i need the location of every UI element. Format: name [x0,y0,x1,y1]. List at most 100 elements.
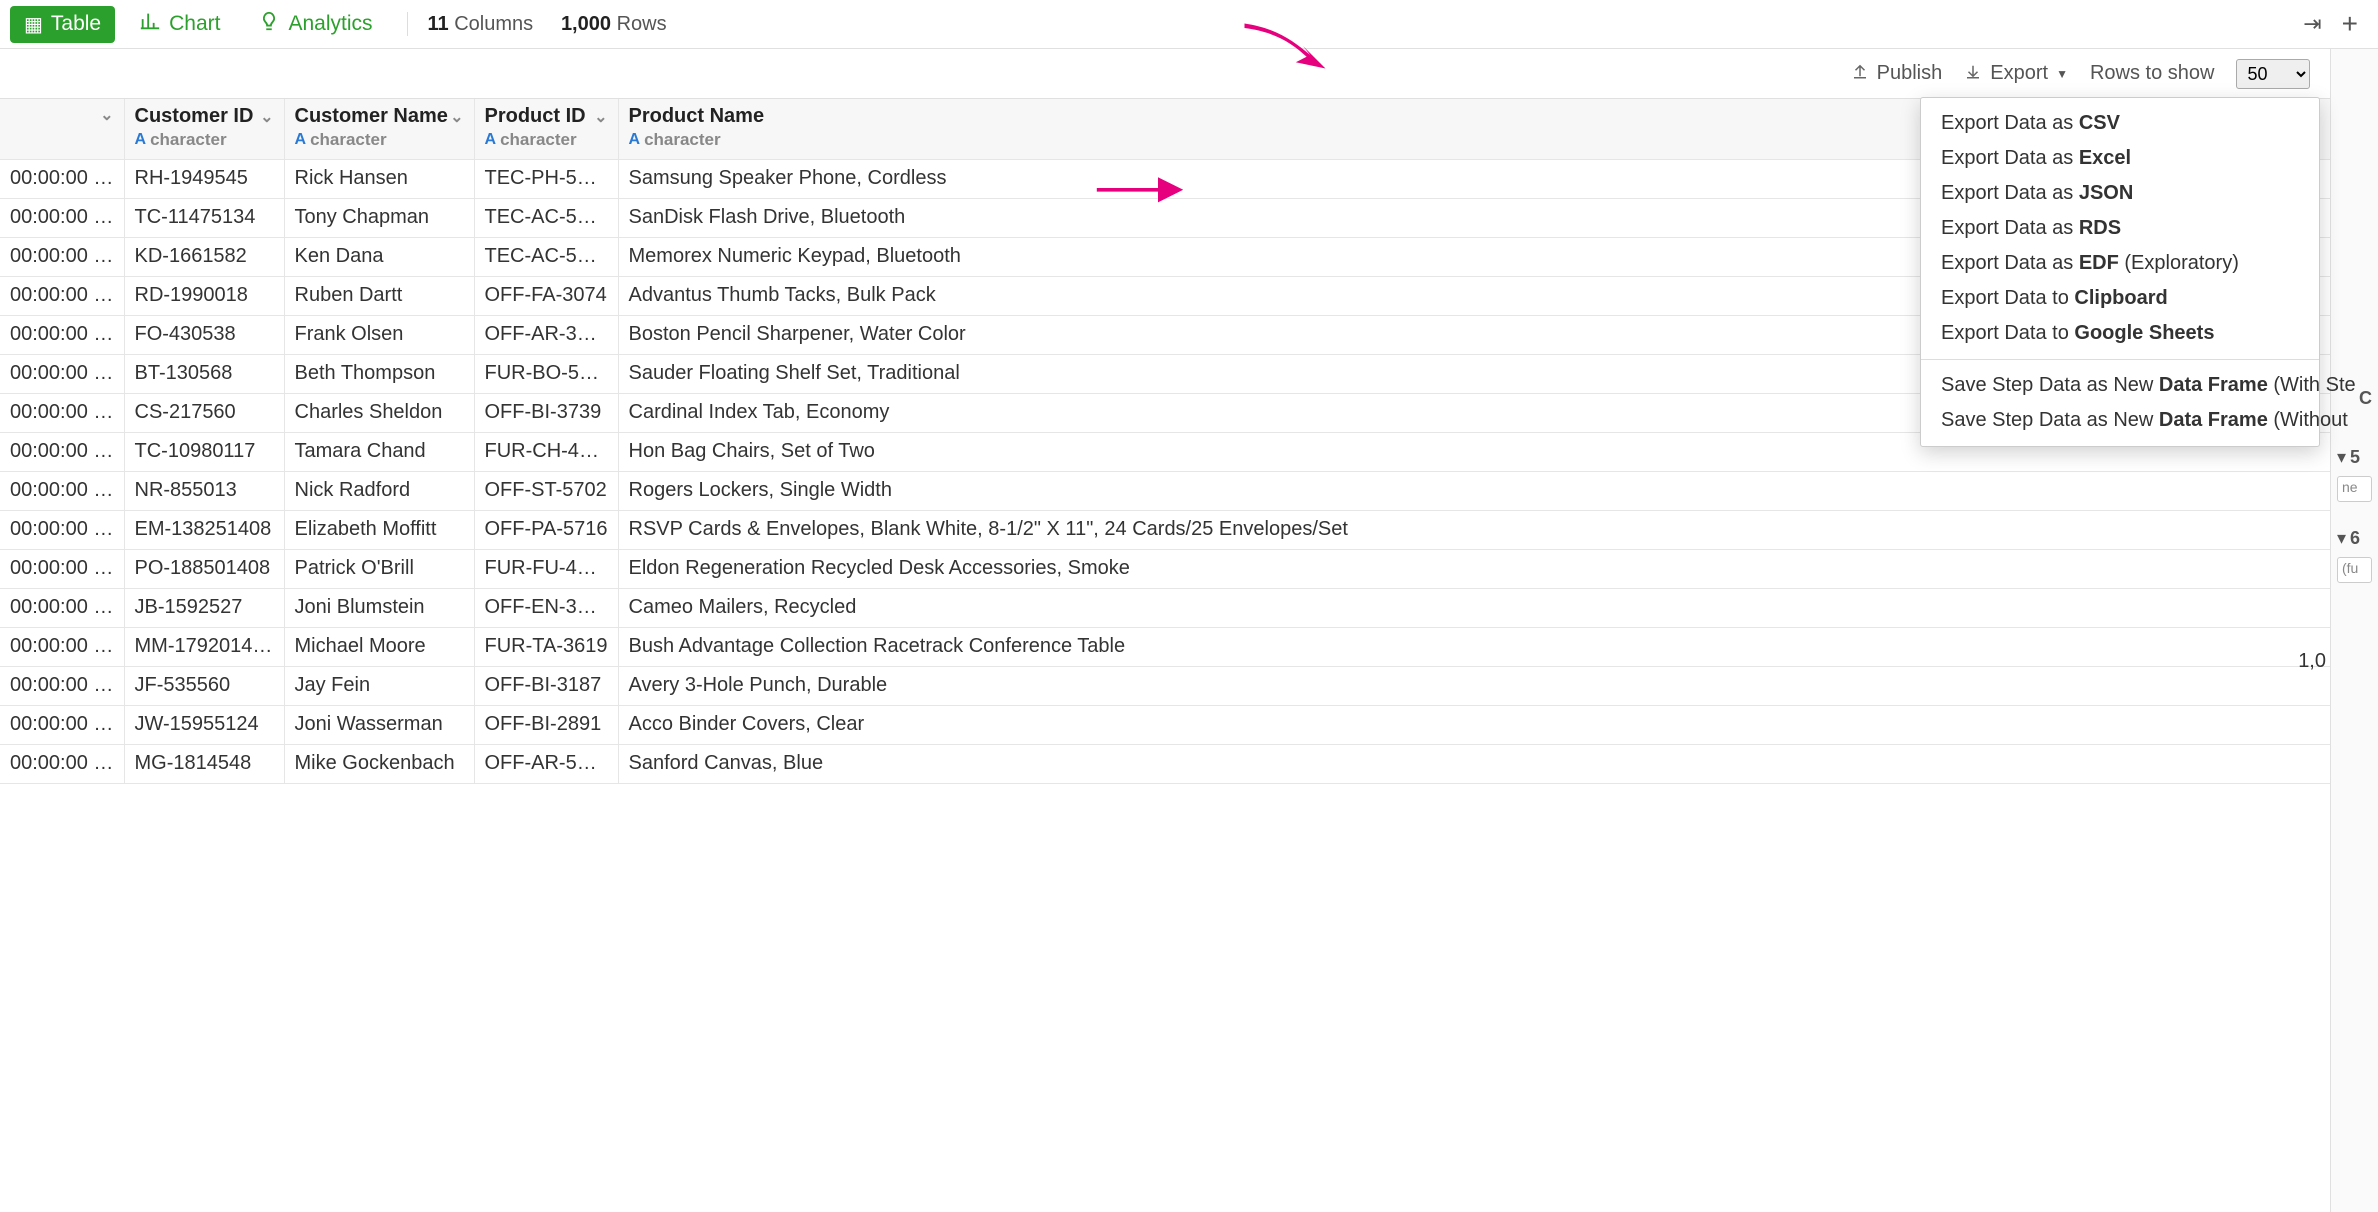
cell-prod[interactable]: Eldon Regeneration Recycled Desk Accesso… [618,549,2378,588]
cell-prod[interactable]: Acco Binder Covers, Clear [618,705,2378,744]
cell-ts[interactable]: 00:00:00 PDT [0,666,124,705]
cell-pid[interactable]: TEC-PH-5843 [474,159,618,198]
cell-prod[interactable]: RSVP Cards & Envelopes, Blank White, 8-1… [618,510,2378,549]
rows-to-show-select[interactable]: 50 [2236,59,2310,89]
cell-name[interactable]: Joni Blumstein [284,588,474,627]
cell-pid[interactable]: FUR-BO-5962 [474,354,618,393]
cell-pid[interactable]: OFF-AR-5902 [474,744,618,783]
cell-name[interactable]: Tamara Chand [284,432,474,471]
cell-cid[interactable]: KD-1661582 [124,237,284,276]
add-icon[interactable]: + [2342,8,2358,40]
cell-pid[interactable]: OFF-PA-5716 [474,510,618,549]
collapse-right-icon[interactable]: ⇥ [2303,11,2321,37]
sidebar-step-5[interactable]: ▾5 [2331,443,2378,472]
cell-pid[interactable]: TEC-AC-5860 [474,198,618,237]
cell-name[interactable]: Michael Moore [284,627,474,666]
cell-ts[interactable]: 00:00:00 PDT [0,471,124,510]
cell-name[interactable]: Ken Dana [284,237,474,276]
tab-table[interactable]: ▦ Table [10,6,115,43]
cell-cid[interactable]: TC-10980117 [124,432,284,471]
cell-pid[interactable]: OFF-AR-3545 [474,315,618,354]
cell-cid[interactable]: JF-535560 [124,666,284,705]
export-json[interactable]: Export Data as JSON [1921,176,2319,211]
cell-prod[interactable]: Avery 3-Hole Punch, Durable [618,666,2378,705]
cell-name[interactable]: Frank Olsen [284,315,474,354]
cell-ts[interactable]: 00:00:00 PST [0,159,124,198]
export-excel[interactable]: Export Data as Excel [1921,141,2319,176]
cell-pid[interactable]: FUR-TA-3619 [474,627,618,666]
export-button[interactable]: Export ▼ [1964,62,2068,85]
cell-ts[interactable]: 00:00:00 PDT [0,393,124,432]
cell-name[interactable]: Joni Wasserman [284,705,474,744]
table-row[interactable]: 00:00:00 PSTEM-138251408Elizabeth Moffit… [0,510,2378,549]
cell-name[interactable]: Nick Radford [284,471,474,510]
cell-ts[interactable]: 00:00:00 PDT [0,276,124,315]
cell-prod[interactable]: Bush Advantage Collection Racetrack Conf… [618,627,2378,666]
export-clipboard[interactable]: Export Data to Clipboard [1921,281,2319,316]
cell-ts[interactable]: 00:00:00 PDT [0,198,124,237]
export-csv[interactable]: Export Data as CSV [1921,106,2319,141]
cell-cid[interactable]: JB-1592527 [124,588,284,627]
cell-name[interactable]: Rick Hansen [284,159,474,198]
cell-cid[interactable]: EM-138251408 [124,510,284,549]
column-header-product-id[interactable]: Product ID⌄ Acharacter [474,99,618,159]
export-edf[interactable]: Export Data as EDF (Exploratory) [1921,246,2319,281]
cell-ts[interactable]: 00:00:00 PDT [0,705,124,744]
column-header-timestamp[interactable]: ⌄ [0,99,124,159]
cell-pid[interactable]: OFF-ST-5702 [474,471,618,510]
column-header-customer-id[interactable]: Customer ID⌄ Acharacter [124,99,284,159]
cell-pid[interactable]: OFF-BI-2891 [474,705,618,744]
cell-name[interactable]: Jay Fein [284,666,474,705]
cell-cid[interactable]: CS-217560 [124,393,284,432]
cell-prod[interactable]: Rogers Lockers, Single Width [618,471,2378,510]
cell-ts[interactable]: 00:00:00 PDT [0,354,124,393]
cell-ts[interactable]: 00:00:00 PST [0,315,124,354]
cell-ts[interactable]: 00:00:00 PST [0,627,124,666]
cell-ts[interactable]: 00:00:00 PDT [0,744,124,783]
table-row[interactable]: 00:00:00 PDTNR-855013Nick RadfordOFF-ST-… [0,471,2378,510]
cell-pid[interactable]: OFF-BI-3739 [474,393,618,432]
sidebar-step-5-box[interactable]: ne [2337,476,2372,502]
chevron-down-icon[interactable]: ⌄ [100,105,113,125]
save-dataframe-without-steps[interactable]: Save Step Data as New Data Frame (Withou… [1921,403,2319,438]
table-row[interactable]: 00:00:00 PDTMG-1814548Mike GockenbachOFF… [0,744,2378,783]
cell-pid[interactable]: FUR-CH-4629 [474,432,618,471]
chevron-down-icon[interactable]: ⌄ [450,107,463,127]
cell-cid[interactable]: NR-855013 [124,471,284,510]
tab-analytics[interactable]: Analytics [244,4,386,44]
chevron-down-icon[interactable]: ⌄ [594,107,607,127]
cell-prod[interactable]: Cameo Mailers, Recycled [618,588,2378,627]
table-row[interactable]: 00:00:00 PDTJW-15955124Joni WassermanOFF… [0,705,2378,744]
cell-cid[interactable]: RD-1990018 [124,276,284,315]
cell-cid[interactable]: MG-1814548 [124,744,284,783]
sidebar-step-6-box[interactable]: (fu [2337,557,2372,583]
cell-cid[interactable]: FO-430538 [124,315,284,354]
cell-cid[interactable]: MM-179201406 [124,627,284,666]
save-dataframe-with-steps[interactable]: Save Step Data as New Data Frame (With S… [1921,368,2319,403]
sidebar-step-6[interactable]: ▾6 [2331,524,2378,553]
cell-pid[interactable]: FUR-FU-4092 [474,549,618,588]
cell-ts[interactable]: 00:00:00 PST [0,510,124,549]
cell-name[interactable]: Ruben Dartt [284,276,474,315]
cell-name[interactable]: Beth Thompson [284,354,474,393]
chevron-down-icon[interactable]: ⌄ [260,107,273,127]
table-row[interactable]: 00:00:00 PDTJB-1592527Joni BlumsteinOFF-… [0,588,2378,627]
table-row[interactable]: 00:00:00 PSTMM-179201406Michael MooreFUR… [0,627,2378,666]
cell-ts[interactable]: 00:00:00 PDT [0,549,124,588]
cell-pid[interactable]: OFF-EN-3665 [474,588,618,627]
cell-ts[interactable]: 00:00:00 PDT [0,237,124,276]
cell-prod[interactable]: Sanford Canvas, Blue [618,744,2378,783]
publish-button[interactable]: Publish [1851,62,1943,85]
cell-cid[interactable]: PO-188501408 [124,549,284,588]
cell-name[interactable]: Charles Sheldon [284,393,474,432]
cell-name[interactable]: Patrick O'Brill [284,549,474,588]
cell-name[interactable]: Mike Gockenbach [284,744,474,783]
cell-ts[interactable]: 00:00:00 PST [0,432,124,471]
cell-pid[interactable]: TEC-AC-5220 [474,237,618,276]
export-google-sheets[interactable]: Export Data to Google Sheets [1921,316,2319,351]
cell-name[interactable]: Elizabeth Moffitt [284,510,474,549]
cell-pid[interactable]: OFF-FA-3074 [474,276,618,315]
column-header-customer-name[interactable]: Customer Name⌄ Acharacter [284,99,474,159]
table-row[interactable]: 00:00:00 PDTPO-188501408Patrick O'BrillF… [0,549,2378,588]
cell-ts[interactable]: 00:00:00 PDT [0,588,124,627]
